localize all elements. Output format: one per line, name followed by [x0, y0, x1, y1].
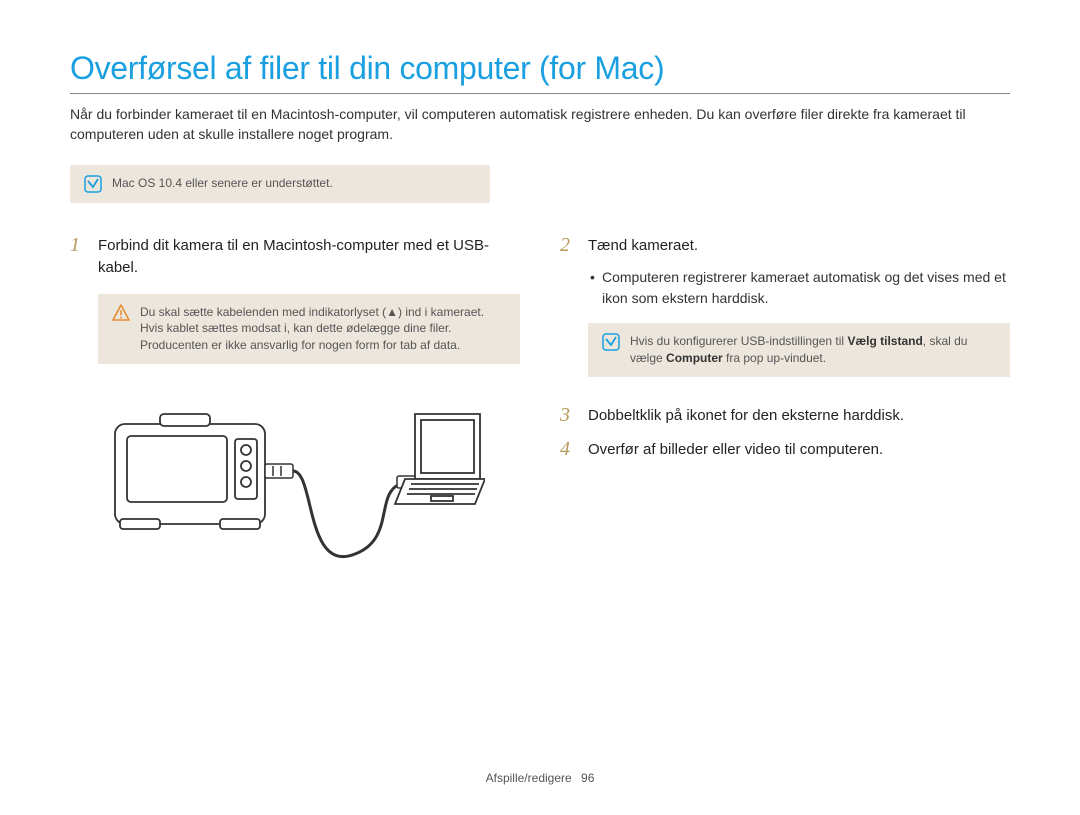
step-text: Forbind dit kamera til en Macintosh-comp… — [98, 233, 520, 280]
step-2: 2 Tænd kameraet. — [560, 233, 1010, 258]
step-text: Dobbeltklik på ikonet for den eksterne h… — [588, 403, 904, 428]
page-footer: Afspille/redigere 96 — [0, 771, 1080, 785]
step-text: Tænd kameraet. — [588, 233, 698, 258]
top-note-box: Mac OS 10.4 eller senere er understøttet… — [70, 165, 490, 203]
note-icon — [84, 175, 102, 193]
note-bold-2: Computer — [666, 351, 723, 365]
step-number: 1 — [70, 233, 88, 280]
footer-section-label: Afspille/redigere — [486, 771, 572, 785]
warning-box: Du skal sætte kabelenden med indikatorly… — [98, 294, 520, 364]
warning-icon — [112, 304, 130, 322]
right-column: 2 Tænd kameraet. Computeren registrerer … — [560, 233, 1010, 472]
camera-laptop-illustration — [70, 384, 520, 584]
page-title: Overførsel af filer til din computer (fo… — [70, 50, 1010, 94]
step-number: 2 — [560, 233, 578, 258]
footer-page-number: 96 — [581, 771, 594, 785]
step-2-bullet: Computeren registrerer kameraet automati… — [590, 267, 1010, 309]
step-text: Overfør af billeder eller video til comp… — [588, 437, 883, 462]
note-bold-1: Vælg tilstand — [847, 334, 922, 348]
right-note-box: Hvis du konfigurerer USB-indstillingen t… — [588, 323, 1010, 377]
step-number: 3 — [560, 403, 578, 428]
note-pre: Hvis du konfigurerer USB-indstillingen t… — [630, 334, 847, 348]
warning-text: Du skal sætte kabelenden med indikatorly… — [140, 304, 506, 354]
note-icon — [602, 333, 620, 351]
top-note-text: Mac OS 10.4 eller senere er understøttet… — [112, 175, 333, 192]
step-4: 4 Overfør af billeder eller video til co… — [560, 437, 1010, 462]
right-note-text: Hvis du konfigurerer USB-indstillingen t… — [630, 333, 996, 367]
intro-paragraph: Når du forbinder kameraet til en Macinto… — [70, 104, 1010, 145]
step-number: 4 — [560, 437, 578, 462]
left-column: 1 Forbind dit kamera til en Macintosh-co… — [70, 233, 520, 584]
note-post: fra pop up-vinduet. — [723, 351, 826, 365]
step-3: 3 Dobbeltklik på ikonet for den eksterne… — [560, 403, 1010, 428]
content-columns: 1 Forbind dit kamera til en Macintosh-co… — [70, 233, 1010, 584]
step-1: 1 Forbind dit kamera til en Macintosh-co… — [70, 233, 520, 280]
